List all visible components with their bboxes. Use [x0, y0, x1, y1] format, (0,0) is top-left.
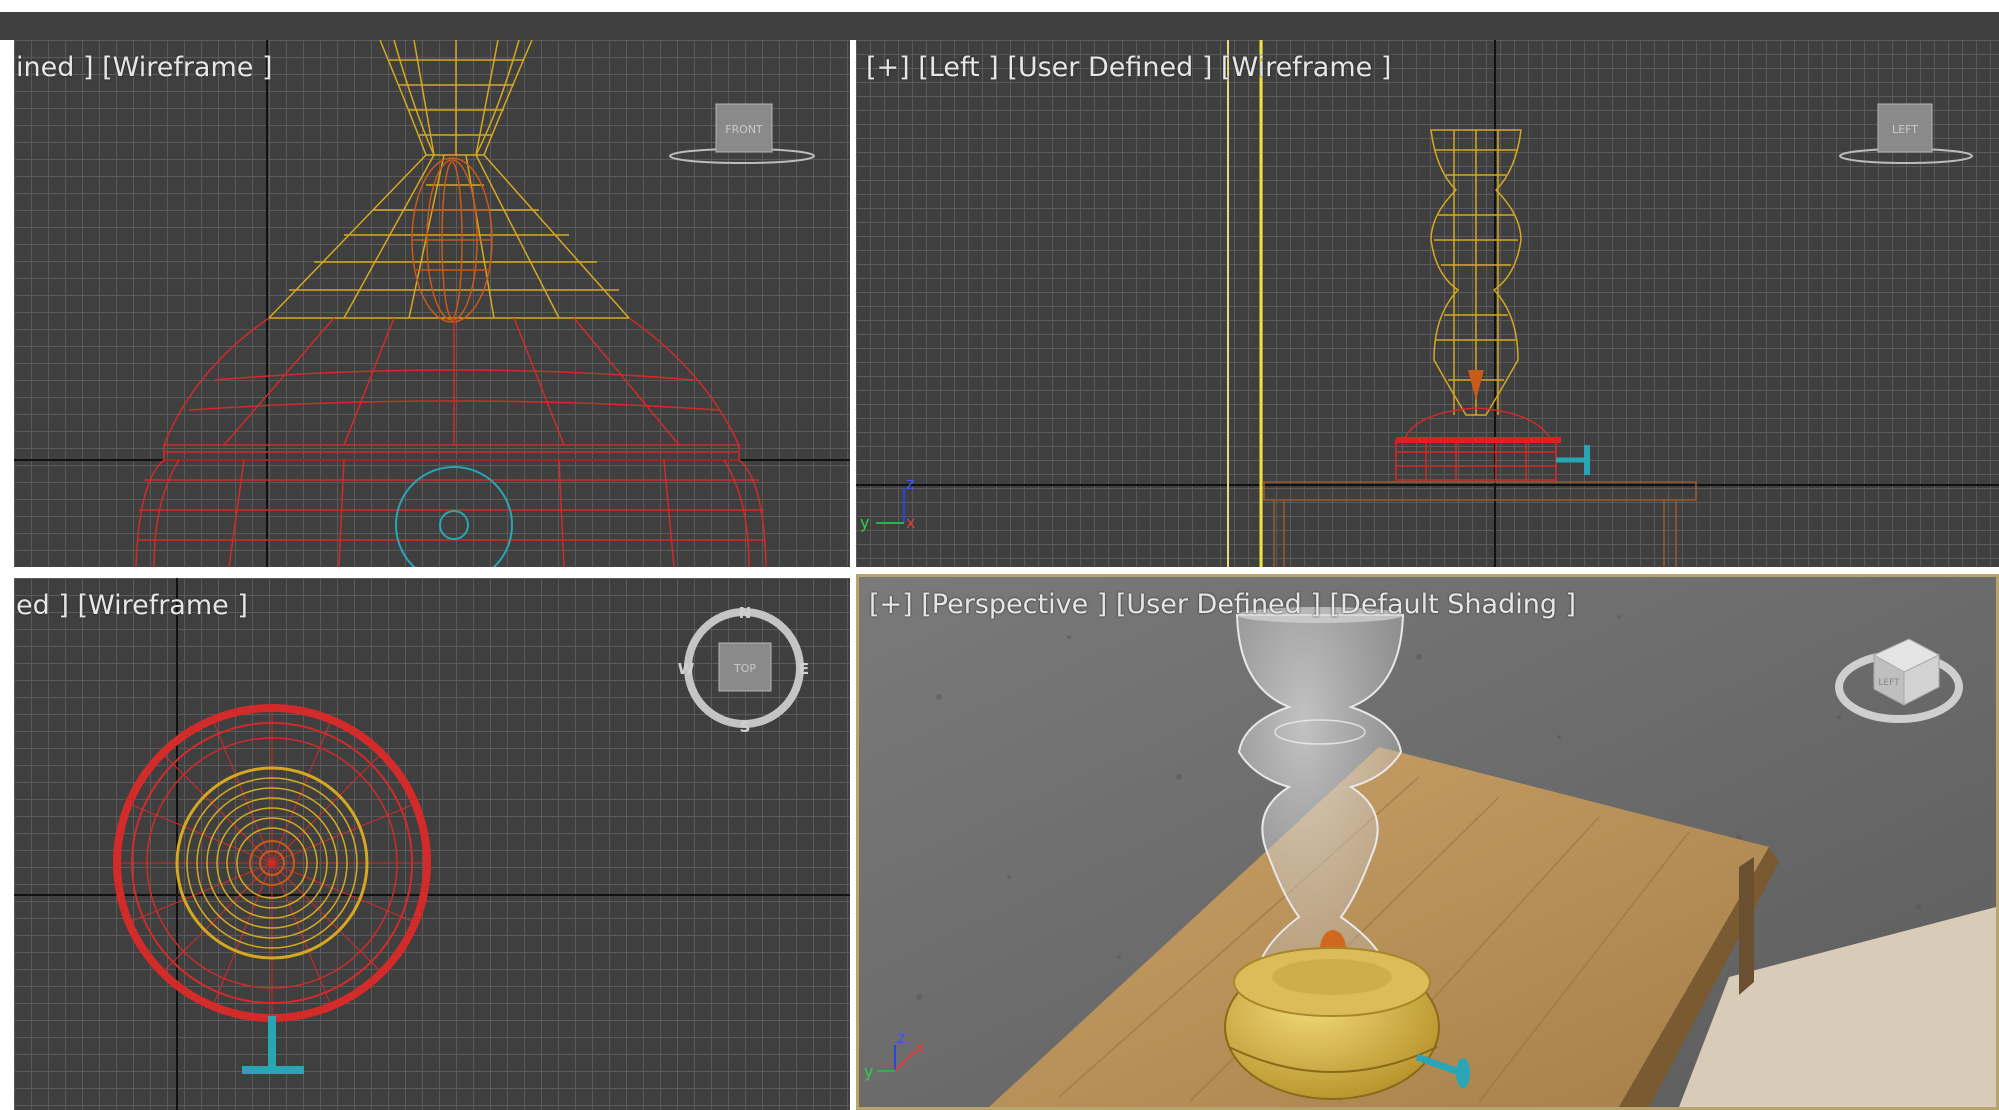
compass-east: E [799, 660, 809, 678]
perspective-viewport-label[interactable]: [+] [Perspective ] [User Defined ] [Defa… [869, 589, 1576, 620]
compass-south: S [740, 718, 751, 736]
top-base-wire [113, 704, 431, 1022]
viewport-top[interactable]: TOP N S W E ed ] [Wireframe ] [14, 578, 850, 1110]
compass-west: W [678, 660, 695, 678]
persp-axis-z: z [897, 1028, 905, 1047]
top-viewcube-label: TOP [733, 662, 756, 675]
left-axis-x: x [906, 513, 915, 532]
left-wireframe-canvas: z y x LEFT [856, 40, 1999, 567]
front-base-wire [135, 317, 767, 567]
viewport-left[interactable]: z y x LEFT [+] [Left ] [User Defined ] [… [856, 40, 1999, 567]
persp-viewcube-label: LEFT [1878, 678, 1900, 688]
left-viewport-label[interactable]: [+] [Left ] [User Defined ] [Wireframe ] [866, 52, 1391, 83]
front-hourglass-wire [267, 40, 631, 319]
left-axis-z: z [906, 474, 914, 493]
left-base-wire [1395, 407, 1557, 481]
hourglass-base [1224, 947, 1440, 1100]
left-viewcube-label: LEFT [1892, 123, 1918, 136]
viewport-perspective[interactable]: z x y LEFT [+] [Perspective ] [User Defi… [856, 574, 1999, 1110]
front-viewport-label[interactable]: ined ] [Wireframe ] [16, 52, 273, 83]
left-gizmo [1556, 445, 1590, 475]
perspective-render-canvas: z x y LEFT [859, 577, 1996, 1107]
persp-axis-y: y [864, 1062, 873, 1081]
front-viewcube-label: FRONT [725, 123, 763, 136]
left-viewcube[interactable]: LEFT [1839, 103, 1973, 164]
left-base-rim [1396, 437, 1561, 443]
top-wireframe-canvas: TOP N S W E [14, 578, 850, 1110]
top-gizmo [242, 1016, 304, 1074]
left-axis-tripod: z y x [860, 474, 915, 532]
left-sand-wire [1468, 370, 1484, 400]
viewport-toolbar-strip [0, 12, 1999, 40]
top-viewcube[interactable]: TOP N S W E [678, 604, 809, 736]
left-table-wire [1263, 481, 1697, 567]
left-axis-y: y [860, 513, 869, 532]
front-gizmo [395, 466, 513, 567]
wooden-table-leg [1739, 857, 1754, 995]
viewport-front[interactable]: FRONT ined ] [Wireframe ] [14, 40, 850, 567]
front-wireframe-canvas: FRONT [14, 40, 850, 567]
top-viewport-label[interactable]: ed ] [Wireframe ] [16, 590, 248, 621]
compass-north: N [739, 604, 752, 622]
front-viewcube[interactable]: FRONT [669, 103, 815, 164]
front-sand-wire [411, 157, 493, 323]
persp-axis-x: x [915, 1038, 924, 1057]
